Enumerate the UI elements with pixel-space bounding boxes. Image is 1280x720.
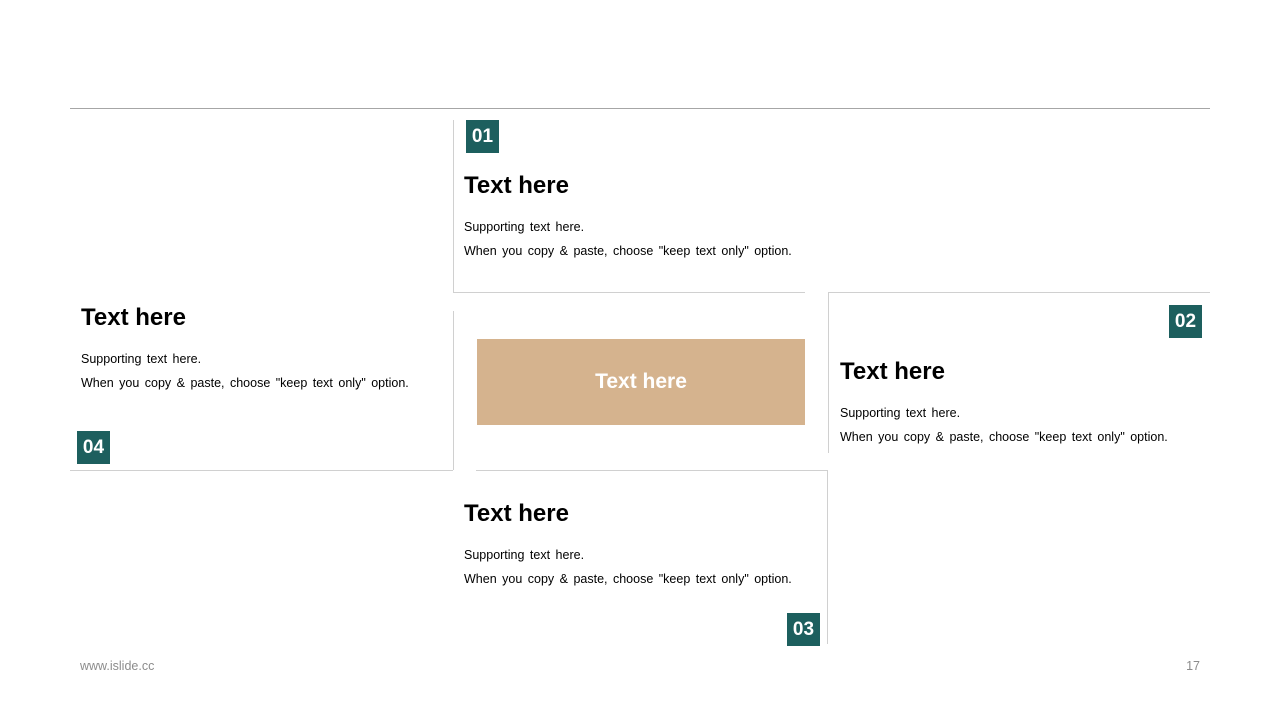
block-01-frame-left	[453, 120, 454, 292]
block-02-frame-left	[828, 292, 829, 453]
footer-website: www.islide.cc	[80, 659, 155, 673]
block-02-frame-top	[828, 292, 1210, 293]
block-02-instruction-text: When you copy & paste, choose "keep text…	[840, 430, 1168, 444]
block-02-supporting-text: Supporting text here.	[840, 406, 961, 420]
block-03-supporting-text: Supporting text here.	[464, 548, 585, 562]
block-02-title: Text here	[840, 358, 945, 385]
block-04-instruction-text: When you copy & paste, choose "keep text…	[81, 376, 409, 390]
center-label-box: Text here	[477, 339, 805, 425]
block-03-frame-top	[476, 470, 828, 471]
block-04-number-badge: 04	[77, 431, 110, 464]
block-02-number-badge: 02	[1169, 305, 1202, 338]
block-03-instruction-text: When you copy & paste, choose "keep text…	[464, 572, 792, 586]
block-04-title: Text here	[81, 304, 186, 331]
block-03-title: Text here	[464, 500, 569, 527]
top-divider	[70, 108, 1210, 109]
block-01-number-badge: 01	[466, 120, 499, 153]
block-04-supporting-text: Supporting text here.	[81, 352, 202, 366]
block-04-frame-right	[453, 311, 454, 470]
block-01-frame-bottom	[453, 292, 805, 293]
block-03-frame-right	[827, 470, 828, 644]
block-03-number-badge: 03	[787, 613, 820, 646]
block-01-supporting-text: Supporting text here.	[464, 220, 585, 234]
block-01-instruction-text: When you copy & paste, choose "keep text…	[464, 244, 792, 258]
block-04-frame-bottom	[70, 470, 453, 471]
block-01-title: Text here	[464, 172, 569, 199]
page-number: 17	[1186, 659, 1200, 673]
